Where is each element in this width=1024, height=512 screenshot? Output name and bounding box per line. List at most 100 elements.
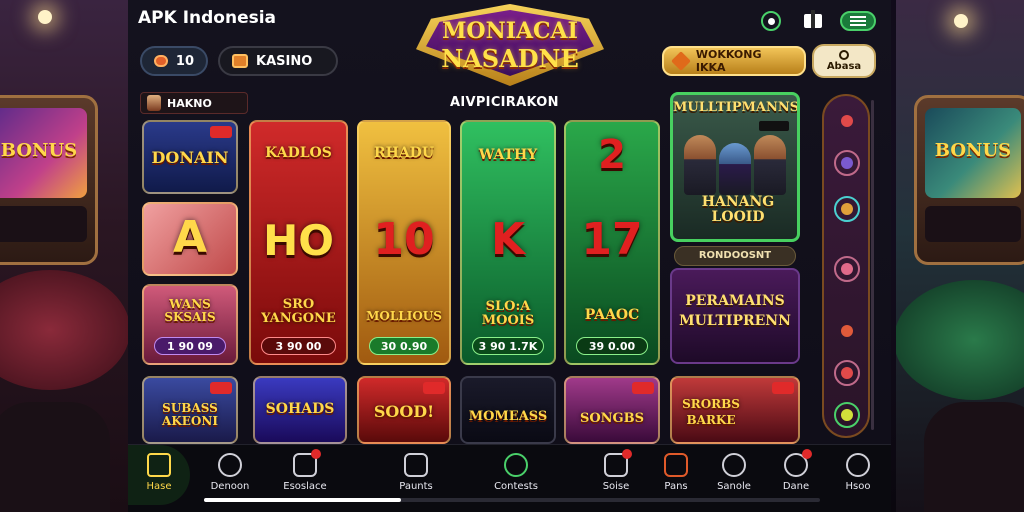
- nav-item-pans[interactable]: Pans: [646, 453, 706, 503]
- category-chip[interactable]: HAKNO: [140, 92, 248, 114]
- nav-label: Denoon: [210, 481, 250, 492]
- nav-label: Hsoo: [845, 481, 871, 492]
- game-price: 3 90 1.7K: [472, 337, 544, 355]
- globe-icon[interactable]: [834, 402, 860, 428]
- game-tile[interactable]: WANS SKSAIS 1 90 09: [142, 284, 238, 365]
- casino-logo: MONIACAI NASADNE: [416, 4, 604, 86]
- game-big-label: 10: [373, 214, 435, 265]
- game-tile[interactable]: SOHADS: [253, 376, 347, 444]
- game-title: KADLOS: [265, 145, 332, 161]
- home-icon: [147, 453, 171, 477]
- nav-label: Paunts: [399, 481, 433, 492]
- game-subtitle: PAAOC: [584, 307, 640, 323]
- game-tile[interactable]: DONAIN: [142, 120, 238, 194]
- profile-button[interactable]: [758, 9, 784, 33]
- notification-dot: [802, 449, 812, 459]
- characters-illustration: [683, 125, 787, 195]
- new-badge: [210, 382, 232, 394]
- fire-icon[interactable]: [834, 108, 860, 134]
- game-price: 1 90 09: [154, 337, 226, 355]
- ceiling-lamp-icon: [954, 14, 968, 28]
- game-tile[interactable]: SRORBS BARKE: [670, 376, 800, 444]
- game-tile[interactable]: SONGBS: [564, 376, 660, 444]
- poker-table-decoration: [896, 280, 1024, 400]
- game-big-label: HO: [263, 216, 334, 265]
- shield-icon[interactable]: [834, 360, 860, 386]
- game-tile[interactable]: WATHY K SLO:A MOOIS 3 90 1.7K: [460, 120, 556, 365]
- new-badge: [772, 382, 794, 394]
- target-icon[interactable]: [834, 150, 860, 176]
- chat-icon: [664, 453, 688, 477]
- section-title: AIVPICIRAKON: [450, 95, 559, 110]
- game-title: SUBASS AKEONI: [162, 401, 218, 428]
- category-chip-label: HAKNO: [167, 96, 212, 110]
- casino-background-left: BONUS: [0, 0, 128, 512]
- scroll-progress-fill: [204, 498, 401, 502]
- game-tile[interactable]: SUBASS AKEONI: [142, 376, 238, 444]
- heart-icon[interactable]: [834, 256, 860, 282]
- nav-item-paunts[interactable]: Paunts: [386, 453, 446, 503]
- coin-icon: [154, 55, 168, 67]
- coins-balance-button[interactable]: 10: [140, 46, 208, 76]
- abasa-button[interactable]: Abasa: [812, 44, 876, 78]
- nav-item-hsoo[interactable]: Hsoo: [828, 453, 888, 503]
- roulette-table-decoration: [0, 270, 128, 390]
- game-tile[interactable]: 2 17 PAAOC 39 0.00: [564, 120, 660, 365]
- game-price: 30 0.90: [369, 337, 439, 355]
- nav-label: Esoslace: [283, 481, 327, 492]
- nav-label: Hase: [146, 481, 172, 492]
- game-title: DONAIN: [151, 148, 229, 167]
- game-tile[interactable]: A: [142, 202, 238, 276]
- abasa-label: Abasa: [826, 61, 862, 72]
- game-big-label: 2: [598, 132, 626, 178]
- secondary-promo-card[interactable]: PERAMAINS MULTIPRENN: [670, 268, 800, 364]
- game-tile[interactable]: KADLOS HO SRO YANGONE 3 90 00: [249, 120, 348, 365]
- kasino-button[interactable]: KASINO: [218, 46, 338, 76]
- game-big-label: A: [172, 212, 208, 263]
- coins-value: 10: [175, 53, 194, 69]
- game-subtitle: BARKE: [686, 413, 736, 427]
- nav-item-soise[interactable]: Soise: [586, 449, 646, 503]
- logo-line-2: NASADNE: [441, 44, 579, 73]
- cart-icon: [404, 453, 428, 477]
- game-subtitle: MOLLIOUS: [366, 309, 442, 323]
- nav-item-denoon[interactable]: Denoon: [200, 453, 260, 503]
- game-title: WATHY: [478, 147, 538, 163]
- promo-label: WOKKONG IKKA: [695, 48, 762, 74]
- rail-scrollbar[interactable]: [871, 100, 874, 430]
- menu-button[interactable]: [840, 11, 876, 31]
- nav-item-dane[interactable]: Dane: [766, 449, 826, 503]
- ticket-icon[interactable]: [834, 318, 860, 344]
- new-badge: [423, 382, 445, 394]
- featured-promo-card[interactable]: MULLTIPMANNS HANANG LOOID: [670, 92, 800, 242]
- face-icon: [846, 453, 870, 477]
- game-subtitle: SRO YANGONE: [261, 297, 336, 326]
- quick-actions-rail: [822, 94, 870, 438]
- game-tile[interactable]: SOOD!: [357, 376, 451, 444]
- game-big-label: 17: [581, 214, 643, 265]
- gift-button[interactable]: [800, 9, 826, 33]
- promo-bottom-title-1: PERAMAINS: [685, 293, 785, 309]
- nav-label: Pans: [664, 481, 688, 492]
- promo-top-bottom-title: HANANG LOOID: [701, 194, 775, 225]
- ceiling-lamp-icon: [38, 10, 52, 24]
- nav-item-home[interactable]: Hase: [128, 445, 190, 505]
- nav-item-contests[interactable]: Contests: [486, 453, 546, 503]
- nav-item-sanole[interactable]: Sanole: [704, 453, 764, 503]
- nav-label: Soise: [602, 481, 630, 492]
- hamburger-icon: [850, 16, 866, 26]
- game-tile[interactable]: MOMEASS: [460, 376, 556, 444]
- promo-button[interactable]: WOKKONG IKKA: [662, 46, 806, 76]
- slot-machine-decoration: BONUS: [914, 95, 1024, 265]
- app-screenshot: BONUS BONUS APK Indonesia MONIACAI NASAD…: [0, 0, 1024, 512]
- chart-icon: [293, 449, 321, 477]
- chair-decoration: [924, 402, 1024, 512]
- game-big-label: K: [490, 214, 526, 265]
- game-tile[interactable]: RHADU 10 MOLLIOUS 30 0.90: [357, 120, 451, 365]
- coin-stack-icon[interactable]: [834, 196, 860, 222]
- nav-item-esoslace[interactable]: Esoslace: [275, 449, 335, 503]
- hat-icon: [759, 121, 789, 131]
- kasino-label: KASINO: [256, 53, 313, 69]
- promo-sub-banner[interactable]: RONDOOSNT: [674, 246, 796, 266]
- game-price: 3 90 00: [261, 337, 336, 355]
